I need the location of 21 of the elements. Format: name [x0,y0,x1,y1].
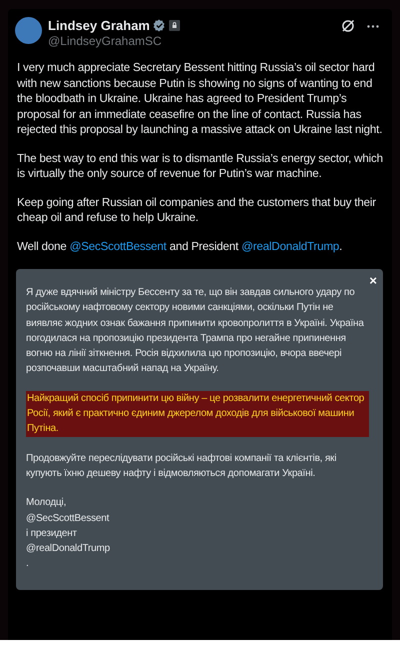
author-handle: @LindseyGrahamSC [48,34,163,48]
translation-text: @SecScottBessent [26,512,110,526]
tweet-paragraph: The best way to end this war is to dismantle Russia’s energy sector, which is virtually the only source of revenue for Putin’s war machine. [17,150,383,182]
translation-text: Продовжуйте переслідувати російські нафтові компанії та клієнтів, які купують їхню дешеву нафту і відмовляються допомагати Україні. [26,452,338,481]
slashed-circle-icon[interactable] [341,19,355,33]
tweet-paragraph: I very much appreciate Secretary Bessent hitting Russia’s oil sector hard with new sanctions because Putin is showing no signs of wanting to end the bloodbath in Ukraine. Ukraine has agreed to President Trump’s proposal for an immediate ceasefire on the line of contact. Russia has rejected this proposal by launching a massive attack on Ukraine last night. [17,60,383,138]
translation-text: і президент [26,526,78,541]
close-button[interactable]: × [369,273,377,288]
translation-text: @realDonaldTrump [26,542,111,556]
mention-link[interactable]: @realDonaldTrump [241,240,340,252]
tweet-paragraph: Well done @SecScottBessent and President @realDonaldTrump. [17,238,344,254]
tweet-paragraph: Keep going after Russian oil companies and the customers that buy their cheap oil and refuse to help Ukraine. [17,194,377,226]
lock-icon [168,20,180,31]
more-icon[interactable] [367,24,379,28]
translation-text: Молодці, [26,496,68,510]
translation-text: Я дуже вдячний міністру Бессенту за те, що він завдав сильного удару по російському нафтовому сектору новими санкціями, оскільки Путін не виявляє жодних ознак бажання припинити кровопролиття в Україні. Україна погодилася на пропозицію президента Трампа про негайне припинення вогню на лінії зіткнення. Росія відхилила цю пропозицію, вчора ввечері розпочавши масштабний напад на Україну. [26,286,365,376]
highlighted-text: Найкращий спосіб припинити цю війну – це розвалити енергетичний сектор Росії, який є практично єдиним джерелом доходів для військової машини Путіна. [26,390,369,437]
mention-link[interactable]: @SecScottBessent [70,240,166,252]
translation-text: . [26,557,30,572]
author-name[interactable]: Lindsey Graham [48,18,150,33]
avatar[interactable] [15,17,42,44]
